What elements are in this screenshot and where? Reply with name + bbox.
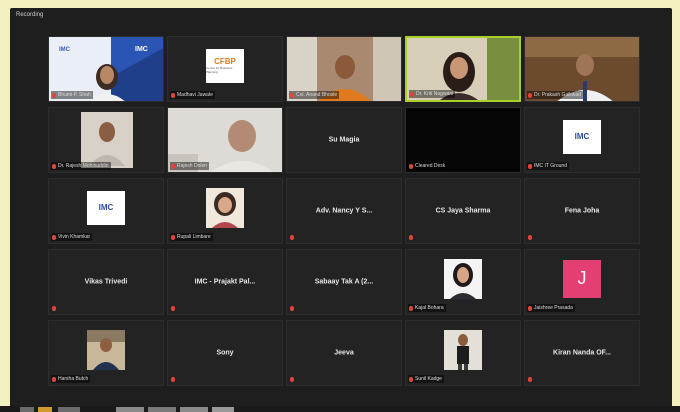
participant-name-tag: Harsha Butch [51,375,91,383]
participant-tile[interactable]: Rupali Limbare [167,178,283,244]
taskbar-app-icon[interactable] [212,407,234,412]
taskbar-app-icon[interactable] [20,407,34,412]
participant-name-tag: Cleared Desk [408,162,448,170]
participant-tile[interactable]: Col. Anand Bhosle [286,36,402,102]
mic-muted-icon [409,163,413,169]
participant-tile[interactable]: Kiran Nanda OF... [524,320,640,386]
participant-name-tag: Jaishree Prasada [527,304,575,312]
participant-tile[interactable]: Adv. Nancy Y S... [286,178,402,244]
participant-profile-photo [87,329,125,370]
participant-display-name: Adv. Nancy Y S... [315,207,373,215]
participant-name-tag: Rajesh Dolen [170,162,210,170]
participant-grid: IMC IMC Bhumi P. Shah CFBP Centre for Bu… [48,36,640,388]
mic-muted-icon [171,92,175,98]
participant-tile[interactable]: Fena Joha [524,178,640,244]
participant-initial-avatar: J [563,259,601,298]
svg-text:IMC: IMC [59,47,71,53]
mic-muted-icon [528,92,532,98]
participant-display-name: Kiran Nanda OF... [553,349,611,357]
participant-tile[interactable]: IMC - Prajakt Pal... [167,249,283,315]
participant-tile[interactable]: Harsha Butch [48,320,164,386]
participant-tile[interactable]: IMC Vivin Khamkar [48,178,164,244]
participant-display-name: Su Magia [328,136,360,144]
participant-name-tag: Dr. Prakash Gaikwad [527,91,583,99]
taskbar-app-icon[interactable] [180,407,208,412]
participant-profile-photo [206,187,244,228]
mic-muted-icon [290,377,294,382]
participant-tile[interactable]: Su Magia [286,107,402,173]
participant-tile[interactable]: Sabaay Tak A (2... [286,249,402,315]
mic-muted-icon [528,305,532,311]
mic-muted-icon [171,234,175,240]
mic-muted-icon [290,92,294,98]
imc-logo: IMC [563,119,601,154]
imc-logo: IMC [87,190,125,225]
mic-muted-icon [52,163,56,169]
participant-name-tag: Col. Anand Bhosle [289,91,340,99]
mic-muted-icon [410,91,414,97]
participant-name-tag: Vivin Khamkar [51,233,93,241]
participant-display-name: Sabaay Tak A (2... [314,278,374,286]
participant-name-tag: Dr. Kriti Nagwani [409,90,456,98]
mic-muted-icon [528,377,532,382]
participant-tile[interactable]: Jeeva [286,320,402,386]
mic-muted-icon [409,305,413,311]
participant-name-tag: Bhumi P. Shah [51,91,93,99]
mic-muted-icon [409,235,413,240]
participant-name-tag: Sunil Kadge [408,375,444,383]
participant-tile[interactable]: Cleared Desk [405,107,521,173]
participant-tile[interactable]: Rajesh Dolen [167,107,283,173]
participant-display-name: Sony [216,349,234,357]
taskbar-app-icon[interactable] [58,407,80,412]
taskbar-app-icon[interactable] [148,407,176,412]
mic-muted-icon [528,163,532,169]
participant-display-name: Vikas Trivedi [84,278,128,286]
mic-muted-icon [171,306,175,311]
participant-tile[interactable]: Sony [167,320,283,386]
participant-tile[interactable]: Kajal Bohara [405,249,521,315]
mic-muted-icon [290,306,294,311]
taskbar-app-icon[interactable] [116,407,144,412]
participant-tile[interactable]: Dr. Rajesh Mohinuddin [48,107,164,173]
participant-name-tag: Madhavi Jawale [170,91,215,99]
participant-tile[interactable]: Dr. Prakash Gaikwad [524,36,640,102]
participant-name-tag: Rupali Limbare [170,233,213,241]
mic-muted-icon [409,376,413,382]
mic-muted-icon [52,92,56,98]
mic-muted-icon [52,234,56,240]
mic-muted-icon [52,306,56,311]
taskbar-app-icon[interactable] [38,407,52,412]
participant-name-tag: IMC IT Ground [527,162,569,170]
participant-name-tag: Kajal Bohara [408,304,446,312]
mic-muted-icon [171,163,175,169]
participant-profile-photo [444,258,482,299]
window-title: Recording [16,12,44,18]
mic-muted-icon [290,235,294,240]
participant-name-tag: Dr. Rajesh Mohinuddin [51,162,111,170]
taskbar [0,406,680,412]
participant-profile-photo [444,329,482,370]
participant-display-name: IMC - Prajakt Pal... [194,278,256,286]
mic-muted-icon [171,377,175,382]
cfbp-logo: CFBP Centre for Business Planning [206,48,244,83]
participant-display-name: Jeeva [334,349,354,357]
participant-tile[interactable]: CFBP Centre for Business Planning Madhav… [167,36,283,102]
participant-tile[interactable]: IMC IMC Bhumi P. Shah [48,36,164,102]
mic-muted-icon [528,235,532,240]
svg-text:IMC: IMC [135,46,148,53]
participant-tile[interactable]: IMC IMC IT Ground [524,107,640,173]
participant-tile[interactable]: CS Jaya Sharma [405,178,521,244]
participant-display-name: CS Jaya Sharma [435,207,491,215]
participant-tile[interactable]: J Jaishree Prasada [524,249,640,315]
mic-muted-icon [52,376,56,382]
participant-tile[interactable]: Vikas Trivedi [48,249,164,315]
participant-tile[interactable]: Sunil Kadge [405,320,521,386]
participant-tile-active-speaker[interactable]: Dr. Kriti Nagwani [405,36,521,102]
meeting-window: Recording IMC IMC Bhumi P. Shah CFBP Cen… [10,8,672,412]
participant-display-name: Fena Joha [564,207,600,215]
